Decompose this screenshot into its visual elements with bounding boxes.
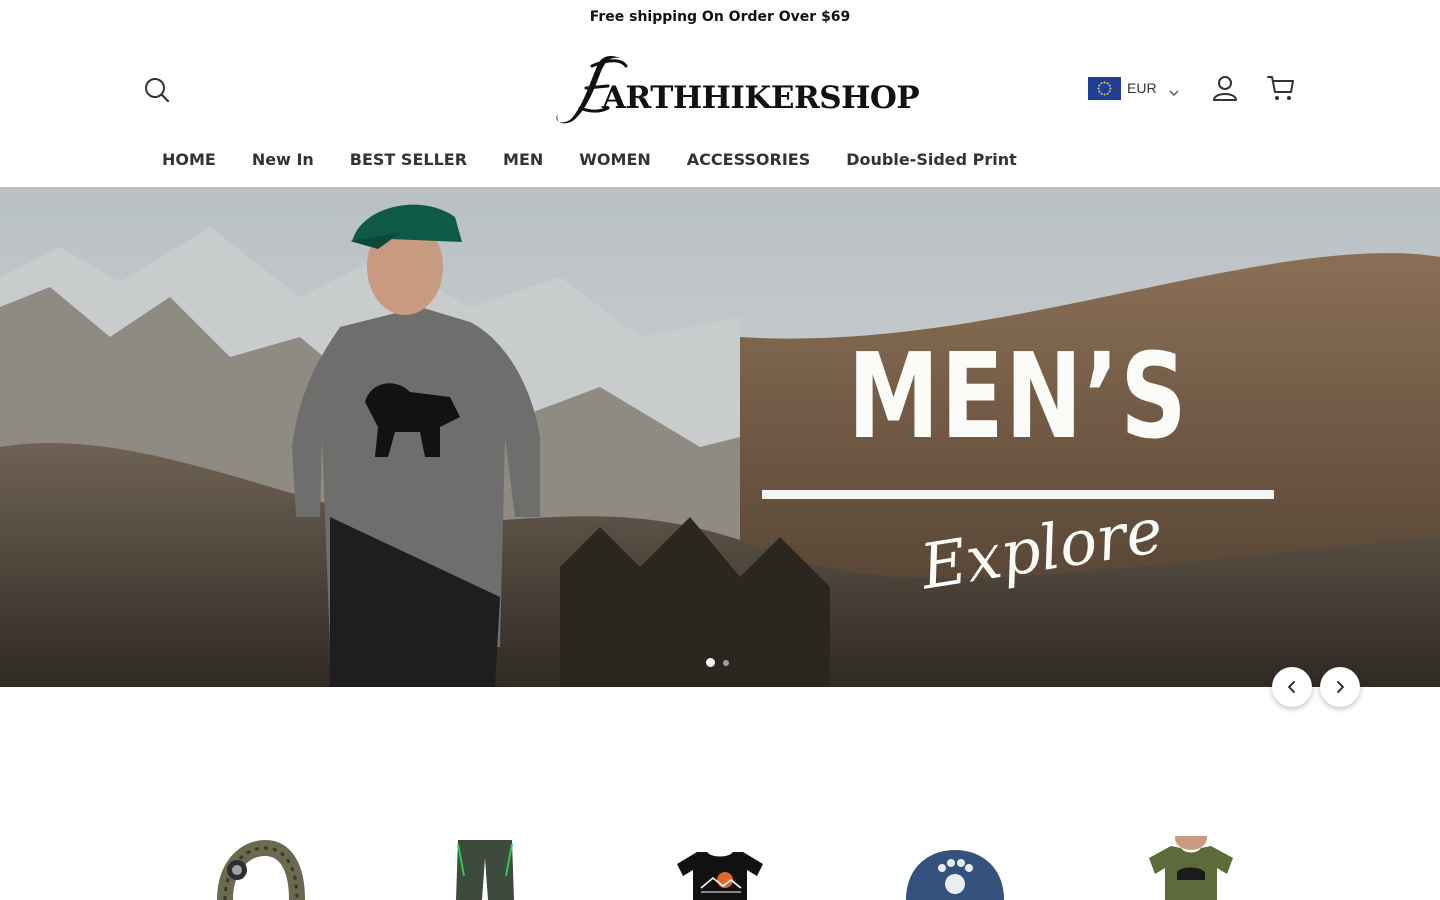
logo-text: ARTHHIKERSHOP	[602, 80, 920, 116]
nav-item-home[interactable]: HOME	[162, 150, 216, 170]
carousel-next-button[interactable]	[1320, 667, 1360, 707]
chevron-left-icon	[1288, 681, 1295, 693]
product-mountain-tshirt[interactable]	[665, 836, 775, 900]
nav-item-best-seller[interactable]: BEST SELLER	[350, 150, 467, 170]
product-bear-tshirt[interactable]	[1135, 836, 1245, 900]
user-icon[interactable]	[1211, 74, 1239, 102]
hero-divider	[762, 490, 1274, 499]
chevron-right-icon	[1337, 681, 1344, 693]
site-logo[interactable]: ARTHHIKERSHOP	[550, 52, 920, 124]
nav-item-women[interactable]: WOMEN	[579, 150, 651, 170]
hero-banner[interactable]: MEN’S Explore	[0, 187, 1440, 687]
currency-code: EUR	[1127, 80, 1157, 96]
cart-icon[interactable]	[1266, 74, 1296, 102]
eu-flag-icon	[1088, 76, 1121, 100]
main-nav: HOME New In BEST SELLER MEN WOMEN ACCESS…	[162, 150, 1053, 170]
nav-item-double-sided-print[interactable]: Double-Sided Print	[846, 150, 1017, 170]
chevron-down-icon	[1169, 83, 1179, 96]
product-row	[0, 836, 1440, 900]
nav-item-accessories[interactable]: ACCESSORIES	[687, 150, 810, 170]
slider-dot-1[interactable]	[706, 658, 715, 667]
currency-selector[interactable]: EUR	[1088, 76, 1179, 100]
slider-dot-2[interactable]	[723, 659, 729, 666]
product-bear-paw-cap[interactable]	[900, 836, 1010, 900]
hero-background-image	[0, 187, 1440, 687]
product-paracord-bracelet[interactable]	[205, 836, 315, 900]
site-header: ARTHHIKERSHOP EUR	[0, 34, 1440, 144]
carousel-prev-button[interactable]	[1272, 667, 1312, 707]
slider-dots	[706, 658, 729, 667]
search-icon[interactable]	[143, 76, 171, 104]
product-hiking-pants[interactable]	[430, 836, 540, 900]
hero-title: MEN’S	[847, 327, 1189, 465]
nav-item-men[interactable]: MEN	[503, 150, 543, 170]
announcement-bar: Free shipping On Order Over $69	[0, 0, 1440, 34]
nav-item-new-in[interactable]: New In	[252, 150, 314, 170]
announcement-text: Free shipping On Order Over $69	[589, 9, 851, 25]
